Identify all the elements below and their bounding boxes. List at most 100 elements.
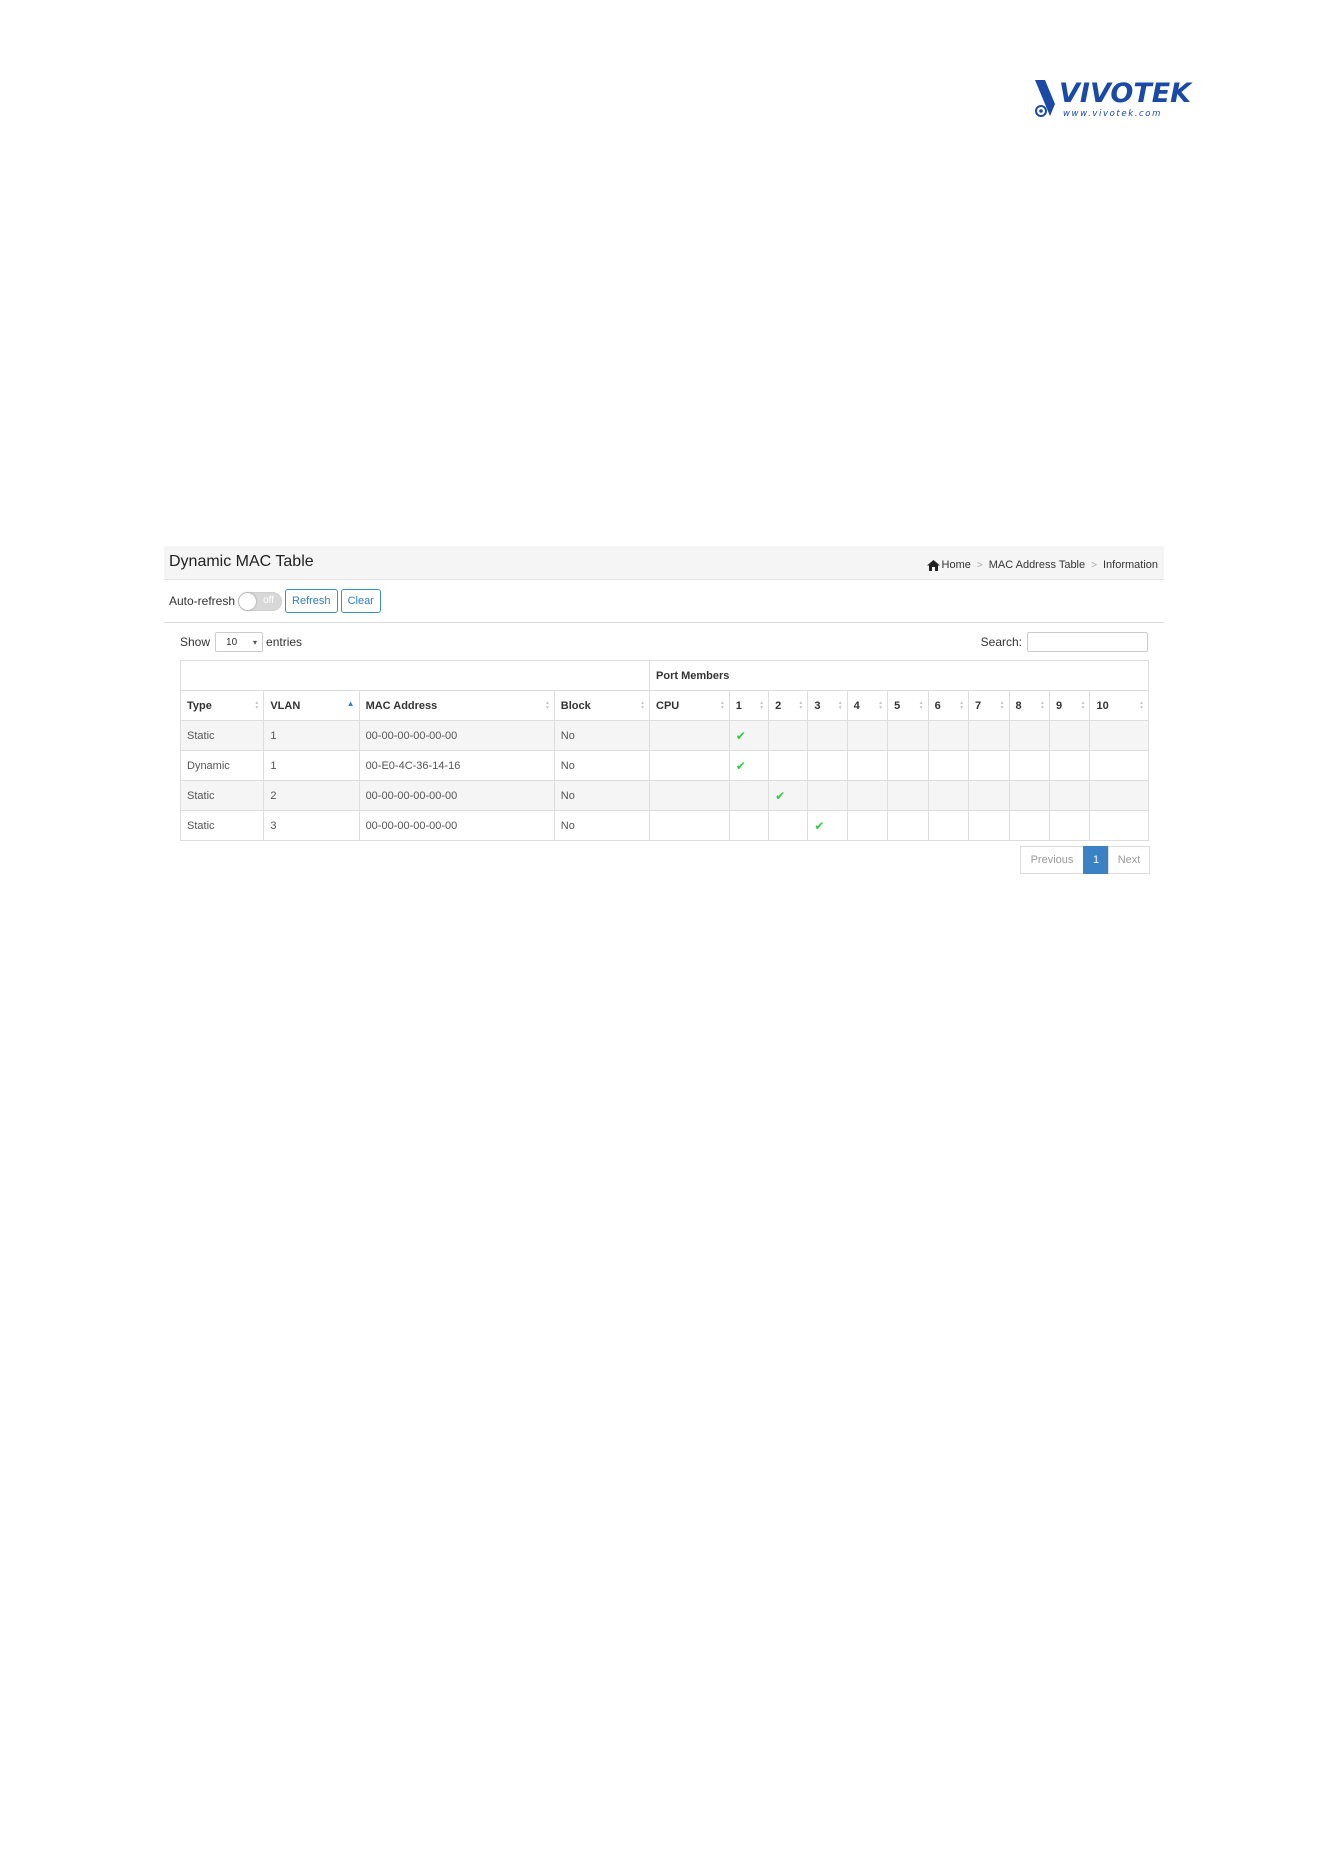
sort-icon: ▲ ▼ [640,700,646,711]
cell-port-1 [728,810,770,841]
cell-port-cpu [649,780,730,811]
breadcrumb-mac-address-table[interactable]: MAC Address Table [989,559,1085,571]
table-row: Static 1 00-00-00-00-00-00 No ✔ [179,720,1149,751]
search-input[interactable] [1027,632,1148,652]
cell-vlan: 2 [263,780,360,811]
column-header-label: 10 [1096,699,1109,712]
panel-header: Dynamic MAC Table Home > MAC Address Tab… [164,546,1164,580]
clear-button[interactable]: Clear [340,589,381,613]
cell-port-cpu [649,810,730,841]
sort-icon: ▲ ▼ [959,700,965,711]
column-header-label: CPU [656,699,680,712]
logo-wordmark: VIVOTEK [1059,78,1192,109]
cell-mac-address: 00-00-00-00-00-00 [358,780,555,811]
cell-port-6 [927,780,970,811]
cell-port-7 [968,780,1010,811]
cell-port-9 [1048,750,1091,781]
column-header-label: 4 [853,699,860,712]
port-members-header: Port Members [649,660,1149,691]
cell-port-1: ✔ [728,750,770,781]
sort-icon: ▲ ▼ [837,700,843,711]
sort-icon: ▲ ▼ [254,700,260,711]
cell-port-5 [887,810,929,841]
check-icon: ✔ [814,818,825,833]
cell-port-3 [807,750,848,781]
refresh-button[interactable]: Refresh [285,589,338,613]
breadcrumb-separator: > [976,559,983,571]
column-header-4[interactable]: 4 ▲ ▼ [846,690,889,721]
cell-port-2: ✔ [768,780,809,811]
cell-port-7 [968,810,1010,841]
entries-select[interactable]: 10 ▾ [215,632,264,652]
cell-type: Static [179,720,265,751]
sort-icon: ▲ ▼ [798,700,804,711]
cell-vlan: 3 [263,810,360,841]
page-title: Dynamic MAC Table [169,553,314,570]
toolbar: Auto-refresh off Refresh Clear [164,588,381,614]
column-header-label: 2 [775,699,782,712]
column-header-5[interactable]: 5 ▲ ▼ [887,690,929,721]
column-header-cpu[interactable]: CPU ▲ ▼ [649,690,730,721]
column-header-vlan[interactable]: VLAN ▲ [263,690,360,721]
sort-icon: ▲ ▼ [544,700,550,711]
page-1-button[interactable]: 1 [1083,846,1109,874]
column-header-label: 7 [975,699,982,712]
cell-port-8 [1008,780,1050,811]
table-row: Dynamic 1 00-E0-4C-36-14-16 No ✔ [179,750,1149,781]
auto-refresh-toggle[interactable]: off [238,591,283,611]
cell-port-3 [807,780,848,811]
column-header-label: 6 [934,699,941,712]
column-header-block[interactable]: Block ▲ ▼ [553,690,651,721]
column-header-label: Block [560,699,591,712]
column-header-label: Type [187,699,212,712]
sort-icon: ▲ ▼ [999,700,1005,711]
cell-block: No [553,750,651,781]
breadcrumb-information: Information [1102,559,1158,571]
length-menu: Show 10 ▾ entries [180,632,302,652]
column-header-2[interactable]: 2 ▲ ▼ [768,690,809,721]
column-header-label: VLAN [270,699,301,712]
cell-port-cpu [649,750,730,781]
column-header-8[interactable]: 8 ▲ ▼ [1008,690,1050,721]
column-header-label: 5 [894,699,901,712]
sort-icon: ▲ ▼ [1040,700,1045,711]
column-header-7[interactable]: 7 ▲ ▼ [968,690,1010,721]
cell-port-8 [1008,720,1050,751]
column-header-9[interactable]: 9 ▲ ▼ [1048,690,1091,721]
column-header-mac-address[interactable]: MAC Address ▲ ▼ [358,690,555,721]
check-icon: ✔ [735,728,746,743]
column-header-3[interactable]: 3 ▲ ▼ [807,690,848,721]
breadcrumb: Home > MAC Address Table > Information [926,559,1158,571]
cell-port-cpu [649,720,730,751]
cell-port-4 [846,750,889,781]
column-header-type[interactable]: Type ▲ ▼ [179,690,265,721]
cell-port-3 [807,720,848,751]
entries-select-value: 10 [226,636,238,648]
breadcrumb-home[interactable]: Home [942,559,971,571]
cell-port-5 [887,720,929,751]
cell-port-10 [1089,720,1149,751]
cell-port-2 [768,720,809,751]
table-row: Static 2 00-00-00-00-00-00 No ✔ [179,780,1149,811]
check-icon: ✔ [775,788,786,803]
previous-page-button[interactable]: Previous [1020,846,1084,874]
next-page-button[interactable]: Next [1108,846,1150,874]
cell-vlan: 1 [263,750,360,781]
check-icon: ✔ [735,758,746,773]
caret-down-icon: ▾ [253,637,258,647]
cell-port-3: ✔ [807,810,848,841]
sort-icon: ▲ ▼ [1139,700,1144,711]
cell-port-7 [968,720,1010,751]
table-row: Static 3 00-00-00-00-00-00 No ✔ [179,810,1149,841]
cell-block: No [553,720,651,751]
column-header-6[interactable]: 6 ▲ ▼ [927,690,970,721]
column-header-label: 1 [735,699,742,712]
column-header-1[interactable]: 1 ▲ ▼ [728,690,770,721]
toggle-state-label: off [263,594,275,606]
sort-icon: ▲ ▼ [878,700,884,711]
cell-port-9 [1048,720,1091,751]
cell-port-8 [1008,810,1050,841]
breadcrumb-separator: > [1091,559,1097,571]
column-header-label: 9 [1055,699,1063,712]
column-header-10[interactable]: 10 ▲ ▼ [1089,690,1149,721]
